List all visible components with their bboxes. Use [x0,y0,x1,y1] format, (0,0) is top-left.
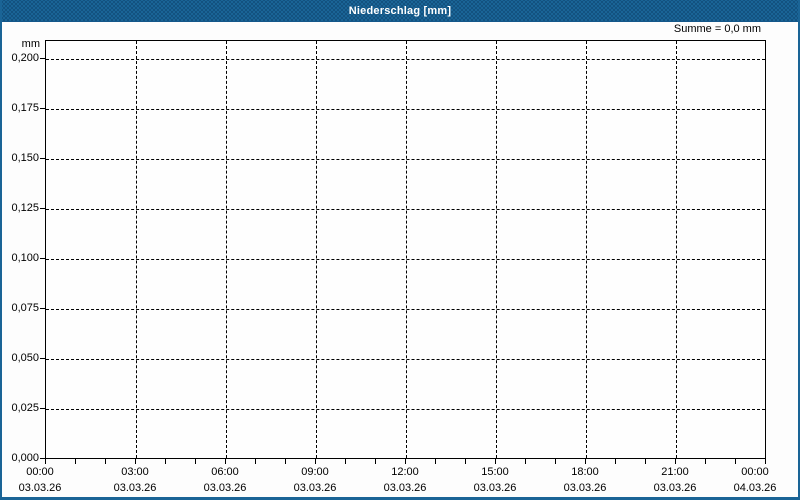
x-axis-tick [225,459,226,464]
x-axis-tick [585,459,586,464]
x-axis-tick [735,459,736,464]
x-axis-tick [675,459,676,464]
x-tick-time-label: 06:00 [211,466,239,478]
y-axis-tick [40,158,45,159]
x-tick-date-label: 03.03.26 [18,482,62,494]
x-tick-date-label: 03.03.26 [113,482,157,494]
x-tick-time-label: 00:00 [741,466,769,478]
gridline-vertical [316,41,317,458]
titlebar: Niederschlag [mm] [2,0,798,22]
chart-title: Niederschlag [mm] [348,4,452,17]
x-axis-tick [285,459,286,464]
x-tick-date-label: 03.03.26 [383,482,427,494]
x-tick-date-label: 04.03.26 [733,482,777,494]
gridline-vertical [136,41,137,458]
y-axis-tick [40,308,45,309]
plot-area [45,40,766,459]
x-axis-tick [165,459,166,464]
y-axis-tick [40,358,45,359]
x-axis-tick [555,459,556,464]
x-axis-tick [525,459,526,464]
y-axis-tick [40,58,45,59]
x-axis-tick [255,459,256,464]
x-tick-date-label: 03.03.26 [203,482,247,494]
x-tick-time-label: 21:00 [661,466,689,478]
x-axis-tick [645,459,646,464]
x-tick-date-label: 03.03.26 [563,482,607,494]
x-tick-date-label: 03.03.26 [473,482,517,494]
chart-window: Niederschlag [mm] Summe = 0,0 mm mm 0,20… [0,0,800,500]
x-tick-time-label: 18:00 [571,466,599,478]
y-tick-label: 0,000 [11,452,39,464]
y-tick-label: 0,200 [11,52,39,64]
x-tick-time-label: 15:00 [481,466,509,478]
y-axis-unit-label: mm [21,38,40,50]
x-axis-tick [465,459,466,464]
y-tick-label: 0,175 [11,102,39,114]
x-axis-tick [435,459,436,464]
x-tick-time-label: 12:00 [391,466,419,478]
x-tick-date-label: 03.03.26 [293,482,337,494]
x-axis-tick [705,459,706,464]
y-tick-label: 0,025 [11,402,39,414]
x-axis-tick [495,459,496,464]
x-axis-tick [615,459,616,464]
x-axis-tick [195,459,196,464]
x-axis-tick [405,459,406,464]
y-tick-label: 0,100 [11,252,39,264]
x-tick-date-label: 03.03.26 [653,482,697,494]
y-axis-tick [40,258,45,259]
gridline-vertical [676,41,677,458]
x-tick-time-label: 00:00 [26,466,54,478]
x-axis-tick [315,459,316,464]
y-tick-label: 0,150 [11,152,39,164]
sum-annotation: Summe = 0,0 mm [673,23,761,35]
y-tick-label: 0,075 [11,302,39,314]
x-axis-tick [765,459,766,464]
y-axis-tick [40,208,45,209]
gridline-vertical [406,41,407,458]
y-tick-label: 0,050 [11,352,39,364]
y-axis-tick [40,408,45,409]
gridline-vertical [586,41,587,458]
x-axis-tick [105,459,106,464]
x-axis-tick [45,459,46,464]
x-tick-time-label: 09:00 [301,466,329,478]
x-axis-tick [375,459,376,464]
x-axis-tick [345,459,346,464]
x-axis-tick [135,459,136,464]
y-tick-label: 0,125 [11,202,39,214]
y-axis-tick [40,108,45,109]
gridline-vertical [496,41,497,458]
x-tick-time-label: 03:00 [121,466,149,478]
gridline-vertical [226,41,227,458]
x-axis-tick [75,459,76,464]
